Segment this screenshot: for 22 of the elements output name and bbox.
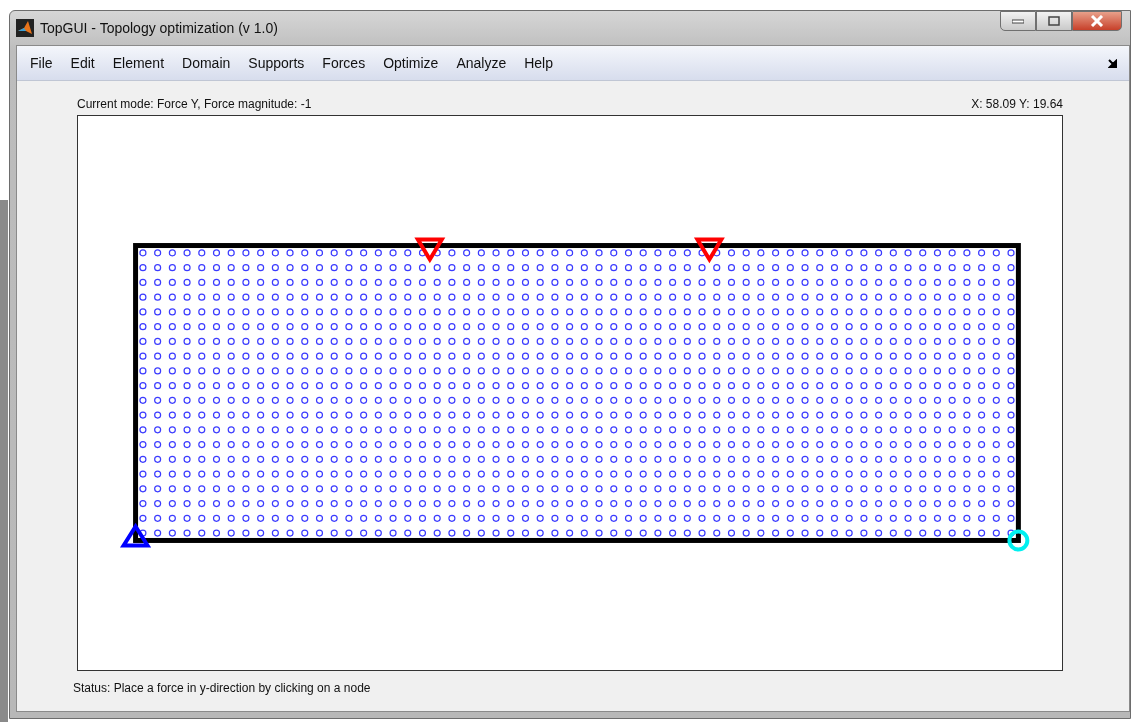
menu-item[interactable]: Domain xyxy=(173,51,240,75)
menu-item[interactable]: Element xyxy=(103,51,174,75)
plot-area[interactable] xyxy=(77,115,1063,671)
minimize-button[interactable] xyxy=(1000,11,1036,31)
menu-item[interactable]: Supports xyxy=(239,51,314,75)
close-icon xyxy=(1090,15,1104,27)
menu-item[interactable]: Help xyxy=(515,51,562,75)
menu-item[interactable]: File xyxy=(21,51,62,75)
status-text: Status: Place a force in y-direction by clicking on a node xyxy=(73,681,372,695)
maximize-icon xyxy=(1048,16,1060,26)
app-logo-icon xyxy=(16,19,34,37)
dock-arrow-icon[interactable] xyxy=(1108,58,1117,68)
menu-item[interactable]: Edit xyxy=(61,51,104,75)
menu-item[interactable]: Forces xyxy=(313,51,375,75)
mode-label: Current mode: Force Y, Force magnitude: -1 xyxy=(77,97,312,111)
window-title: TopGUI - Topology optimization (v 1.0) xyxy=(40,20,279,36)
menu-item[interactable]: Optimize xyxy=(374,51,448,75)
menu-item[interactable]: Analyze xyxy=(447,51,516,75)
cursor-coordinates: X: 58.09 Y: 19.64 xyxy=(971,97,1063,111)
close-button[interactable] xyxy=(1072,11,1122,31)
minimize-icon xyxy=(1012,18,1024,24)
maximize-button[interactable] xyxy=(1036,11,1072,31)
